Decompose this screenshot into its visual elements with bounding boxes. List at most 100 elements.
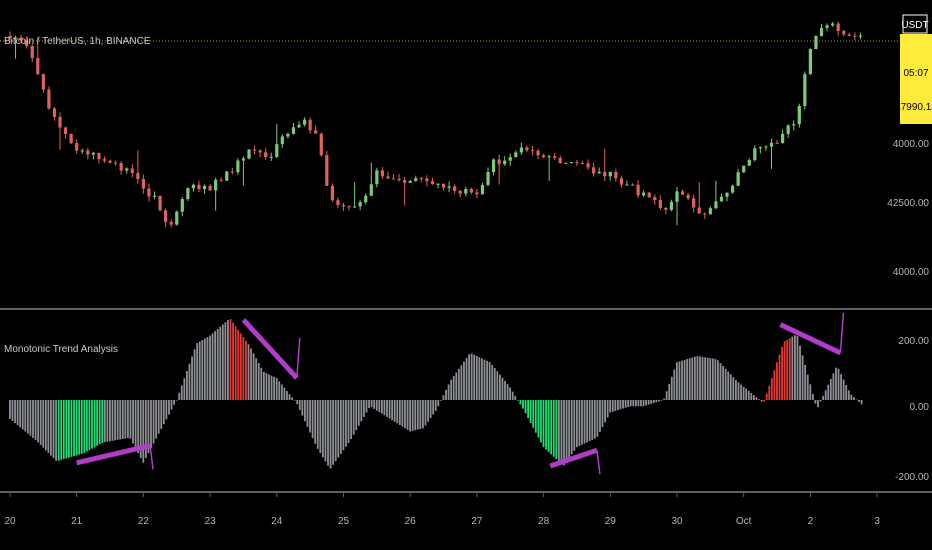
histogram-bar bbox=[211, 333, 214, 400]
histogram-bar bbox=[794, 335, 796, 400]
candle-body bbox=[202, 185, 207, 189]
histogram-bar bbox=[711, 358, 714, 400]
candle-body bbox=[858, 35, 863, 37]
histogram-bar bbox=[758, 399, 760, 400]
histogram-bar bbox=[514, 395, 517, 400]
price-chart-title: Bitcoin / TetherUS, 1h, BINANCE bbox=[4, 36, 151, 47]
candle-body bbox=[391, 178, 396, 180]
histogram-bar bbox=[752, 395, 755, 400]
histogram-bar bbox=[737, 382, 740, 400]
price-tick-label: 42500.00 bbox=[887, 198, 929, 209]
histogram-bar bbox=[511, 391, 514, 400]
histogram-bar bbox=[665, 391, 668, 400]
candle-body bbox=[847, 34, 851, 36]
candle-body bbox=[130, 168, 134, 173]
candle-body bbox=[453, 186, 457, 191]
pane-separator[interactable] bbox=[0, 308, 932, 310]
pane-separator[interactable] bbox=[0, 491, 932, 493]
histogram-bar bbox=[414, 400, 417, 431]
histogram-bar bbox=[632, 400, 635, 407]
candle-body bbox=[358, 202, 362, 207]
histogram-bar bbox=[634, 400, 637, 407]
badge-price: 47990.14 bbox=[895, 102, 932, 113]
histogram-bar bbox=[596, 400, 599, 437]
histogram-bar bbox=[29, 400, 32, 436]
histogram-bar bbox=[401, 400, 404, 427]
trading-chart: Bitcoin / TetherUS, 1h, BINANCE 4000.00 … bbox=[0, 0, 932, 550]
candle-body bbox=[75, 143, 79, 151]
histogram-bar bbox=[593, 400, 596, 439]
histogram-bar bbox=[152, 400, 155, 444]
histogram-bar bbox=[434, 400, 437, 411]
histogram-bar bbox=[245, 340, 247, 400]
candle-body bbox=[642, 192, 646, 196]
candle-body bbox=[291, 127, 296, 134]
histogram-bar bbox=[355, 400, 358, 431]
candle-body bbox=[341, 205, 346, 207]
candle-body bbox=[147, 188, 151, 197]
candle-body bbox=[286, 133, 290, 137]
histogram-bar bbox=[542, 400, 545, 448]
histogram-bar bbox=[763, 400, 766, 402]
histogram-bar bbox=[439, 400, 442, 401]
time-tick-label: 30 bbox=[671, 516, 683, 527]
candle-body bbox=[91, 152, 95, 155]
histogram-bar bbox=[534, 400, 537, 433]
histogram-bar bbox=[383, 400, 386, 416]
histogram-bar bbox=[765, 393, 768, 400]
histogram-bar bbox=[755, 397, 758, 400]
histogram-bar bbox=[540, 400, 542, 443]
histogram-bar bbox=[760, 400, 763, 402]
histogram-bar bbox=[339, 400, 342, 454]
histogram-bar bbox=[450, 379, 453, 400]
histogram-bar bbox=[321, 400, 324, 458]
histogram-bar bbox=[447, 384, 450, 400]
candle-body bbox=[564, 163, 568, 165]
histogram-bar bbox=[599, 400, 601, 432]
candle-body bbox=[636, 184, 640, 196]
histogram-bar bbox=[588, 400, 591, 442]
candle-body bbox=[753, 148, 757, 161]
candle-body bbox=[447, 186, 451, 188]
histogram-bar bbox=[47, 400, 50, 453]
histogram-bar bbox=[229, 319, 232, 400]
candle-body bbox=[603, 171, 607, 177]
oscillator-title: Monotonic Trend Analysis bbox=[4, 344, 118, 355]
histogram-bar bbox=[524, 400, 527, 414]
histogram-bar bbox=[175, 400, 178, 401]
candle-body bbox=[36, 58, 40, 75]
histogram-bar bbox=[283, 387, 286, 400]
candle-body bbox=[525, 147, 529, 151]
candle-body bbox=[708, 208, 712, 215]
candle-body bbox=[742, 165, 746, 173]
histogram-bar bbox=[203, 338, 206, 400]
histogram-bar bbox=[280, 384, 283, 400]
price-tick-label: 4000.00 bbox=[893, 139, 930, 150]
candle-body bbox=[347, 206, 351, 208]
histogram-bar bbox=[183, 378, 186, 400]
histogram-bar bbox=[80, 400, 83, 454]
histogram-bar bbox=[216, 328, 219, 400]
histogram-bar bbox=[678, 361, 681, 400]
histogram-bar bbox=[57, 400, 60, 461]
histogram-bar bbox=[424, 400, 427, 426]
histogram-bar bbox=[55, 400, 57, 461]
histogram-bar bbox=[16, 400, 19, 426]
histogram-bar bbox=[827, 384, 830, 400]
histogram-bar bbox=[88, 400, 91, 451]
candle-body bbox=[764, 146, 768, 148]
candle-body bbox=[319, 133, 323, 156]
candle-body bbox=[52, 108, 57, 117]
chart-background bbox=[0, 0, 932, 550]
histogram-bar bbox=[121, 400, 124, 439]
candle-body bbox=[842, 31, 846, 35]
histogram-bar bbox=[106, 400, 109, 442]
histogram-bar bbox=[457, 368, 460, 400]
histogram-bar bbox=[532, 400, 535, 428]
histogram-bar bbox=[357, 400, 360, 426]
histogram-bar bbox=[478, 357, 481, 400]
candle-body bbox=[30, 46, 34, 59]
histogram-bar bbox=[286, 390, 288, 400]
histogram-bar bbox=[24, 400, 27, 432]
candle-body bbox=[241, 158, 246, 161]
